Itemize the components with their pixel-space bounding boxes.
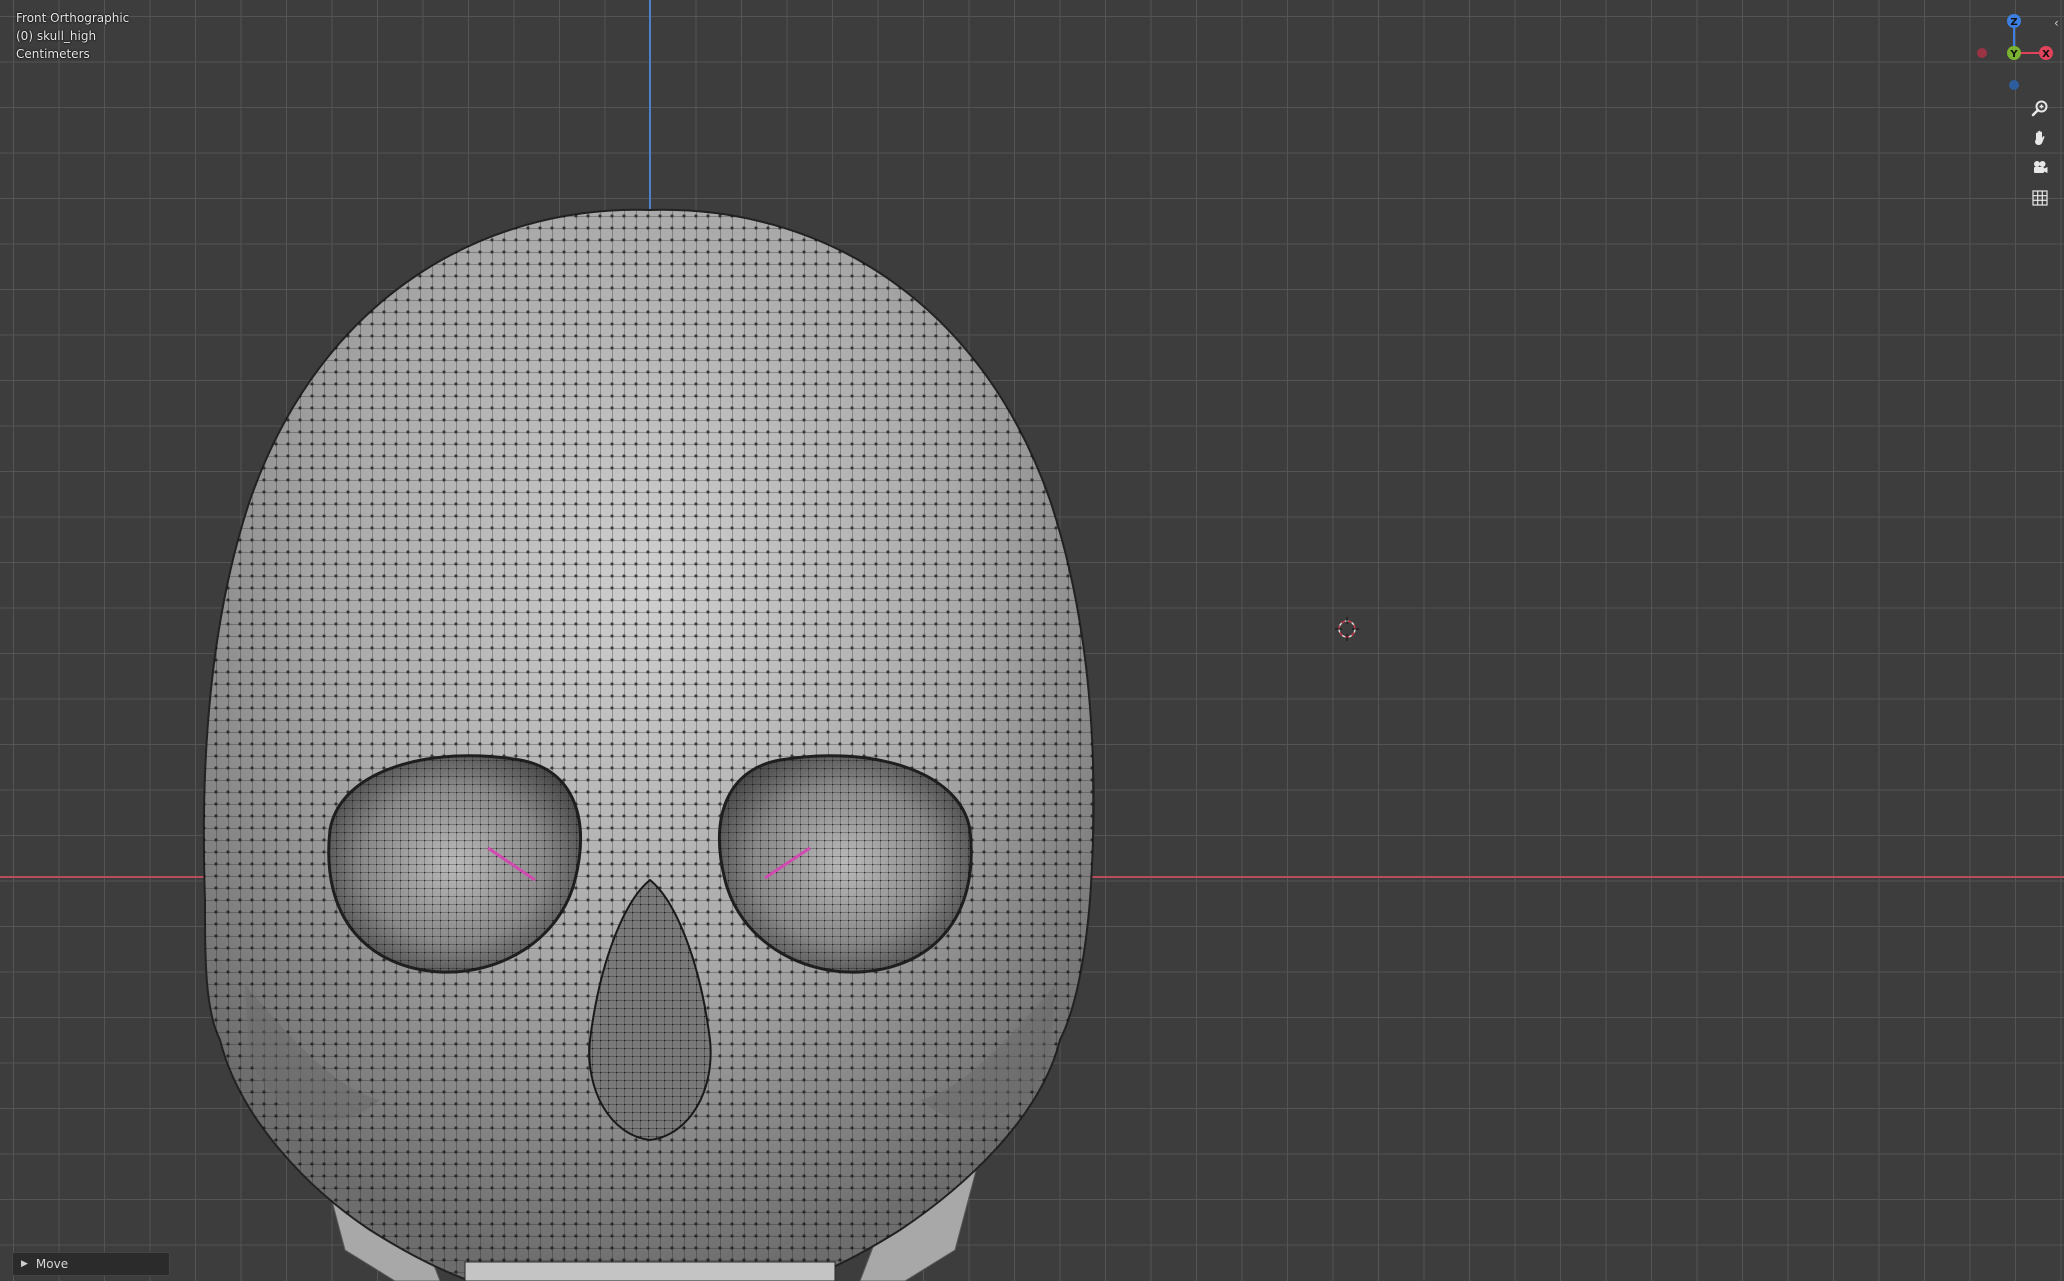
3d-viewport[interactable]: Front Orthographic (0) skull_high Centim… [0,0,2064,1281]
sidebar-toggle-icon[interactable]: ‹ [2054,16,2059,30]
grid-icon [2032,190,2048,206]
zoom-button[interactable] [2026,94,2054,122]
last-operation-panel[interactable]: ▶ Move [12,1252,170,1276]
gizmo-z-label: Z [2010,17,2017,28]
active-object-label: (0) skull_high [16,29,97,43]
units-label: Centimeters [16,47,90,61]
navigation-gizmo[interactable]: Z X Y [1962,8,2058,96]
teeth-row [464,1261,836,1281]
hand-icon [2035,130,2045,145]
last-operation-label: Move [35,1257,69,1271]
pan-button[interactable] [2026,124,2054,152]
gizmo-x-label: X [2042,49,2050,60]
skull-mesh[interactable] [0,0,2064,1281]
3d-cursor-icon[interactable] [1335,617,1359,641]
gizmo-neg-z-axis [2009,80,2019,90]
magnifier-icon [2031,100,2048,117]
expand-arrow-icon[interactable]: ▶ [21,1259,28,1269]
gizmo-neg-x-axis [1977,48,1987,58]
view-name-label: Front Orthographic [16,11,130,25]
camera-view-button[interactable] [2026,154,2054,182]
toggle-perspective-button[interactable] [2026,184,2054,212]
gizmo-y-label: Y [2009,49,2018,60]
camera-icon [2034,161,2048,173]
